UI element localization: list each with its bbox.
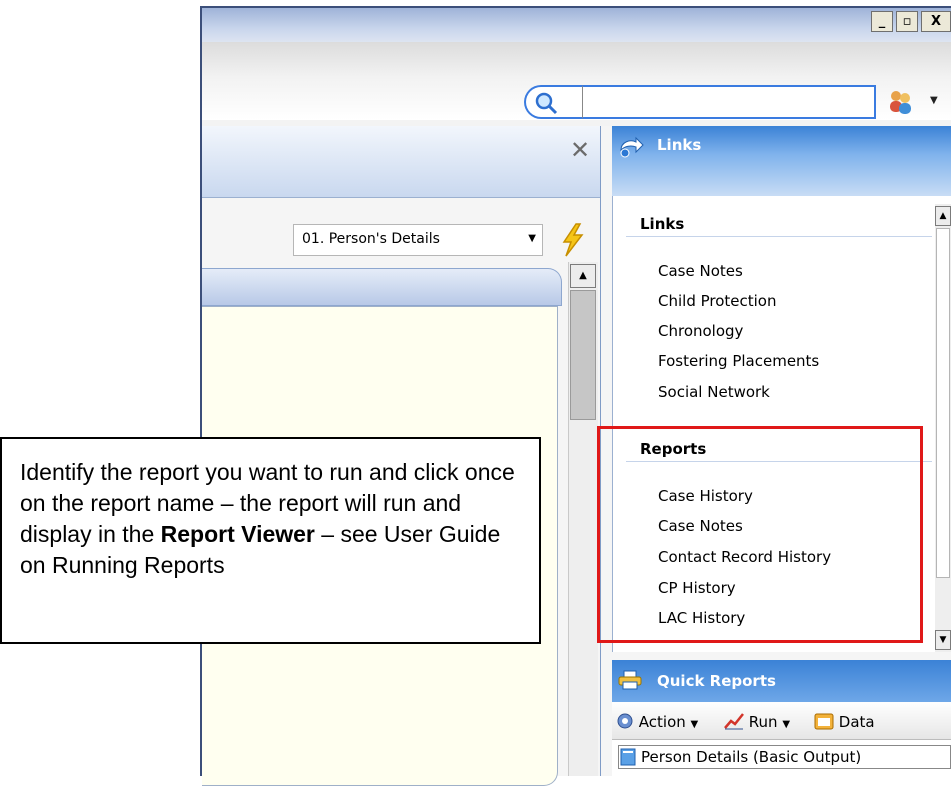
report-doc-icon [620,748,636,766]
data-button[interactable]: Data [814,712,875,731]
chevron-down-icon[interactable]: ▼ [930,95,942,107]
action-gear-icon [617,713,633,729]
action-button[interactable]: Action ▼ [616,712,698,731]
scroll-up-button[interactable]: ▲ [570,264,596,288]
chevron-down-icon[interactable]: ▼ [528,233,536,244]
reports-highlight-box [597,426,923,643]
action-label: Action [638,713,686,731]
links-arrow-icon [618,136,644,158]
callout-bold-text: Report Viewer [160,521,315,547]
search-icon[interactable] [524,85,582,119]
close-icon[interactable]: ✕ [566,138,594,162]
link-case-notes[interactable]: Case Notes [658,262,743,280]
window-close-button[interactable]: X [921,11,951,32]
section-tab[interactable] [202,268,562,306]
link-social-network[interactable]: Social Network [658,383,770,401]
search-input[interactable] [582,85,876,119]
form-select-value: 01. Person's Details [302,231,440,247]
left-panel-header [202,126,600,198]
divider [626,236,932,237]
data-label: Data [838,713,875,731]
maximize-button[interactable]: ▫ [896,11,918,32]
scrollbar-thumb[interactable] [936,228,950,578]
quick-reports-title: Quick Reports [657,672,776,690]
lightning-icon[interactable] [556,222,588,258]
run-label: Run [748,713,778,731]
run-button[interactable]: Run ▼ [724,712,790,731]
run-chart-icon [724,713,744,730]
form-select[interactable]: 01. Person's Details ▼ [293,224,543,256]
data-icon [814,713,834,730]
scroll-down-button[interactable]: ▼ [935,630,951,650]
scroll-up-button[interactable]: ▲ [935,206,951,226]
printer-icon [618,670,642,690]
link-child-protection[interactable]: Child Protection [658,292,777,310]
quick-report-name: Person Details (Basic Output) [641,748,862,766]
instruction-callout: Identify the report you want to run and … [0,437,541,644]
title-bar [202,8,951,42]
links-section-heading: Links [640,215,685,233]
link-chronology[interactable]: Chronology [658,322,743,340]
links-panel-title: Links [657,136,702,154]
link-fostering-placements[interactable]: Fostering Placements [658,352,819,370]
people-icon[interactable] [886,88,914,116]
list-item[interactable]: Person Details (Basic Output) [618,745,951,769]
minimize-button[interactable]: _ [871,11,893,32]
scrollbar-thumb[interactable] [570,290,596,420]
